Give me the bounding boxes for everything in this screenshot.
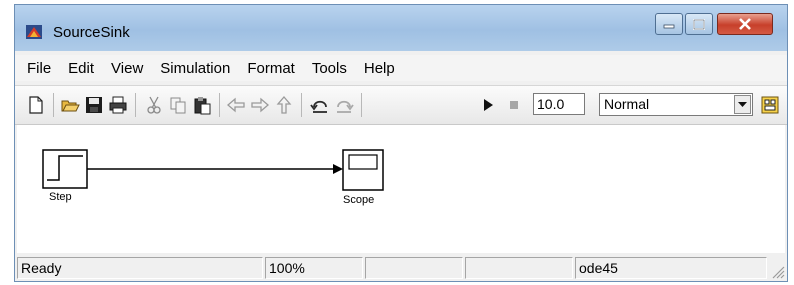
toolbar-separator <box>53 93 54 117</box>
scope-block[interactable] <box>342 149 384 191</box>
status-cell-3 <box>365 257 463 279</box>
scope-block-label[interactable]: Scope <box>343 194 374 206</box>
save-icon <box>86 97 102 113</box>
start-icon <box>484 99 493 111</box>
signal-line[interactable] <box>87 164 343 174</box>
forward-button[interactable] <box>249 94 271 116</box>
minimize-button[interactable] <box>655 13 683 35</box>
arrowhead-icon <box>333 164 343 174</box>
simulink-model-window: SourceSink File Edit View Simulation For… <box>14 4 788 282</box>
undo-icon <box>310 100 327 113</box>
stop-simulation-button[interactable] <box>503 94 525 116</box>
menu-help[interactable]: Help <box>364 60 395 77</box>
library-browser-icon <box>761 96 779 114</box>
toolbar-separator <box>219 93 220 117</box>
cut-icon <box>147 96 161 114</box>
step-block[interactable] <box>42 149 88 189</box>
menu-bar: File Edit View Simulation Format Tools H… <box>15 55 787 81</box>
redo-icon <box>337 100 354 113</box>
status-solver: ode45 <box>575 257 767 279</box>
title-bar[interactable]: SourceSink <box>15 5 787 51</box>
paste-button[interactable] <box>191 94 213 116</box>
model-diagram <box>42 149 384 191</box>
menu-tools[interactable]: Tools <box>312 60 347 77</box>
step-block-label[interactable]: Step <box>49 191 72 203</box>
close-icon <box>739 18 751 30</box>
menu-view[interactable]: View <box>111 60 143 77</box>
mode-dropdown-button[interactable] <box>734 95 751 114</box>
up-button[interactable] <box>273 94 295 116</box>
open-icon <box>61 100 80 112</box>
simulation-mode-select[interactable]: Normal <box>599 93 753 116</box>
menu-format[interactable]: Format <box>247 60 295 77</box>
toolbar-separator <box>361 93 362 117</box>
new-model-button[interactable] <box>25 94 47 116</box>
library-browser-button[interactable] <box>759 94 781 116</box>
minimize-icon <box>663 24 675 29</box>
paste-icon <box>194 97 211 115</box>
menu-file[interactable]: File <box>27 60 51 77</box>
undo-button[interactable] <box>309 94 331 116</box>
back-button[interactable] <box>225 94 247 116</box>
save-button[interactable] <box>83 94 105 116</box>
stop-icon <box>510 101 518 109</box>
chevron-down-icon <box>738 101 747 107</box>
new-icon <box>29 96 43 114</box>
stop-time-input[interactable]: 10.0 <box>533 93 585 115</box>
menu-simulation[interactable]: Simulation <box>160 60 230 77</box>
status-zoom: 100% <box>265 257 363 279</box>
open-button[interactable] <box>59 94 81 116</box>
maximize-icon <box>693 18 705 30</box>
status-state: Ready <box>17 257 263 279</box>
forward-icon <box>251 97 269 113</box>
window-title: SourceSink <box>53 24 130 41</box>
toolbar-separator <box>301 93 302 117</box>
redo-button[interactable] <box>333 94 355 116</box>
status-cell-4 <box>465 257 573 279</box>
toolbar: 10.0 Normal <box>15 85 787 125</box>
start-simulation-button[interactable] <box>477 94 499 116</box>
resize-grip-icon[interactable] <box>769 263 785 279</box>
copy-icon <box>170 97 186 114</box>
status-bar: Ready 100% ode45 <box>15 255 787 281</box>
simulink-app-icon <box>26 25 42 39</box>
close-button[interactable] <box>717 13 773 35</box>
maximize-button[interactable] <box>685 13 713 35</box>
simulation-mode-value: Normal <box>604 96 650 112</box>
back-icon <box>227 97 245 113</box>
cut-button[interactable] <box>143 94 165 116</box>
scope-screen-icon <box>348 154 378 170</box>
copy-button[interactable] <box>167 94 189 116</box>
print-button[interactable] <box>107 94 129 116</box>
menu-edit[interactable]: Edit <box>68 60 94 77</box>
up-icon <box>276 96 292 114</box>
toolbar-separator <box>135 93 136 117</box>
model-canvas[interactable]: Step Scope <box>17 125 785 253</box>
print-icon <box>109 96 127 114</box>
